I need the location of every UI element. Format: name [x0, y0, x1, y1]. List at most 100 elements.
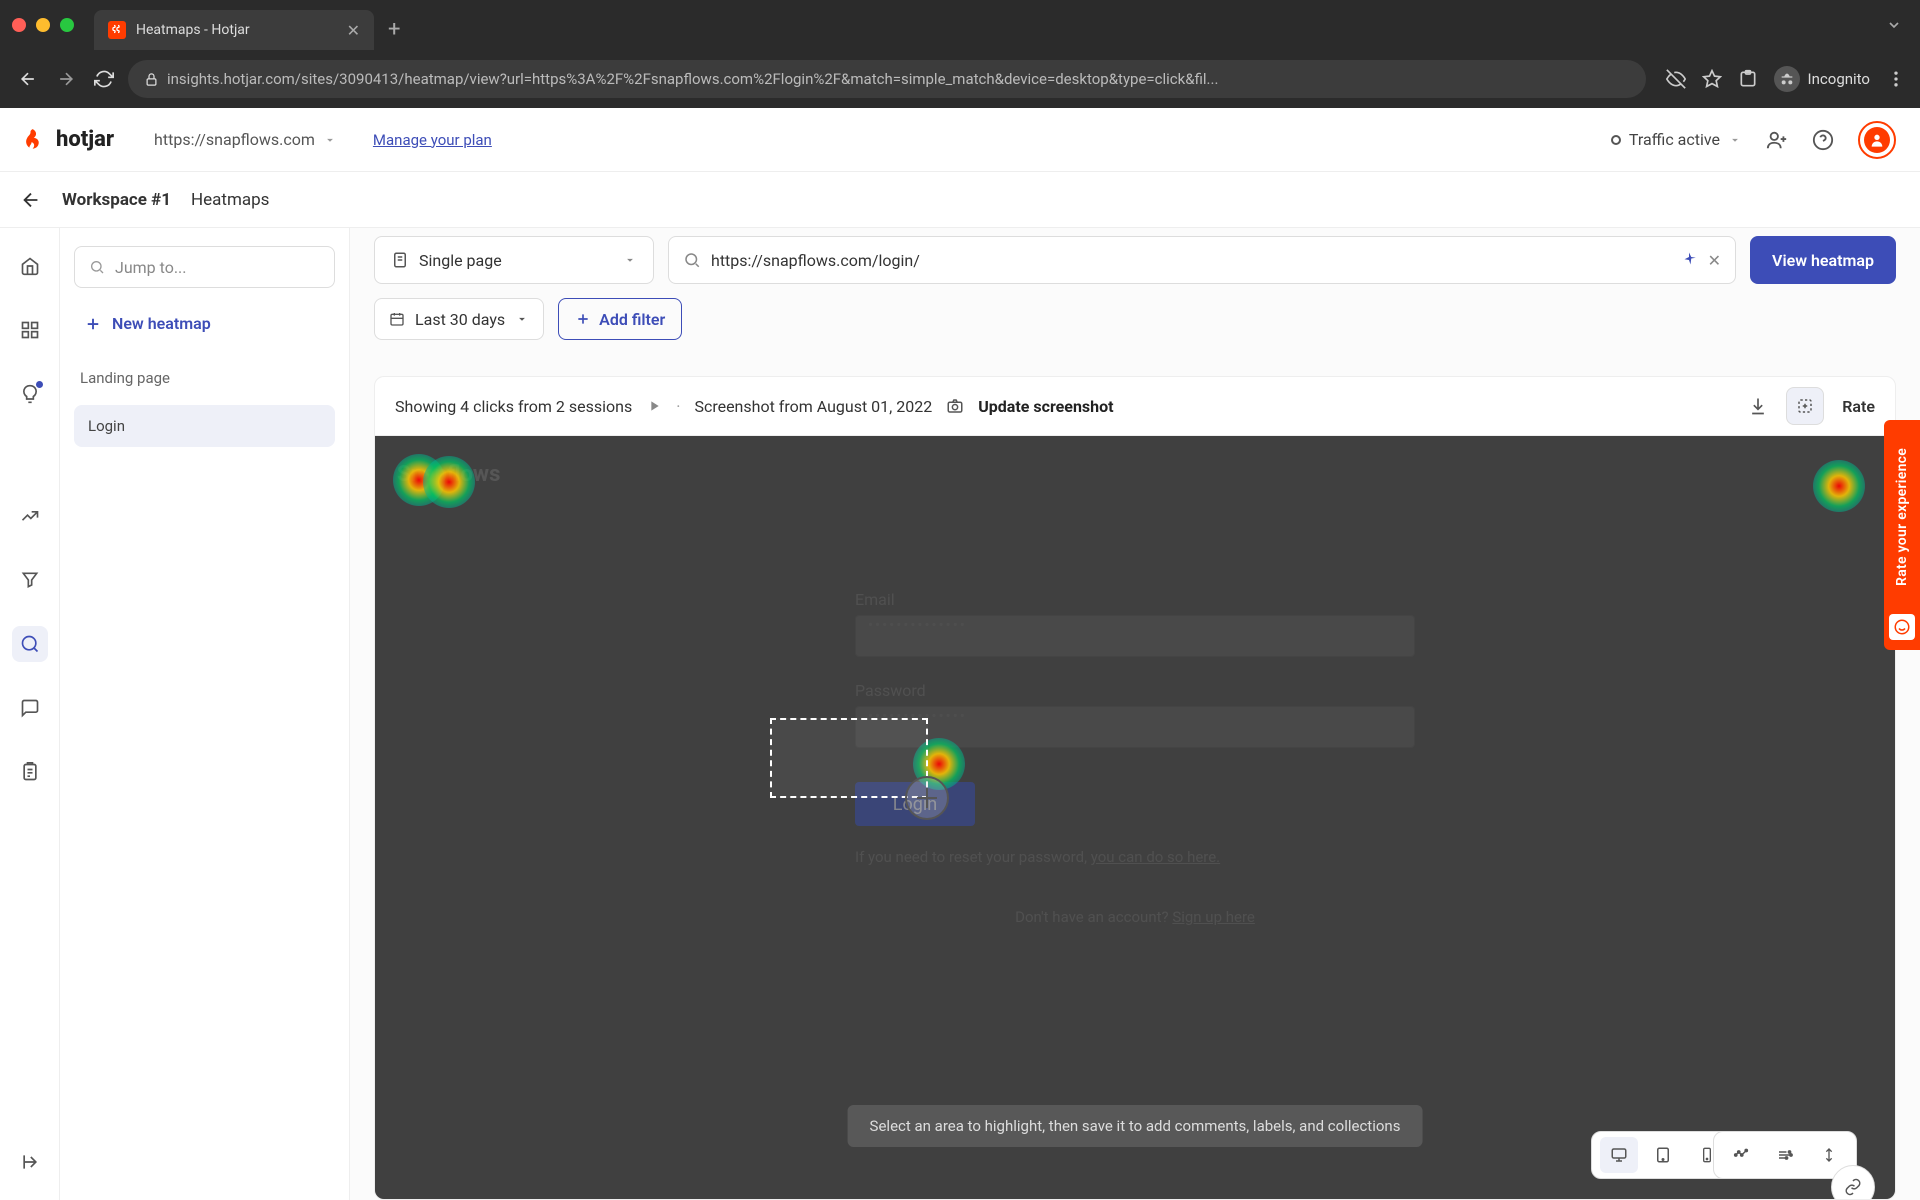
surveys-nav-icon[interactable]	[12, 754, 48, 790]
site-dropdown[interactable]: https://snapflows.com	[154, 130, 337, 149]
feedback-nav-icon[interactable]	[12, 690, 48, 726]
back-arrow-icon[interactable]	[20, 189, 42, 211]
heatmap-canvas[interactable]: Snapflows Email •••••••••••••• Password …	[374, 436, 1896, 1200]
add-filter-label: Add filter	[599, 310, 665, 329]
user-icon	[1864, 127, 1890, 153]
jump-to-input[interactable]: Jump to...	[74, 246, 335, 288]
date-range-label: Last 30 days	[415, 310, 505, 329]
home-icon[interactable]	[12, 248, 48, 284]
page-icon	[391, 251, 409, 269]
clear-icon[interactable]: ✕	[1708, 251, 1721, 270]
selection-rectangle[interactable]	[770, 718, 928, 798]
rate-button[interactable]: Rate	[1842, 397, 1875, 416]
new-heatmap-button[interactable]: New heatmap	[74, 306, 335, 341]
highlights-icon[interactable]	[12, 376, 48, 412]
hotjar-logo[interactable]: hotjar	[24, 127, 114, 153]
invite-user-icon[interactable]	[1766, 129, 1788, 151]
lock-icon	[144, 72, 159, 87]
browser-chrome: Heatmaps - Hotjar ✕ + insights.hotjar.co…	[0, 0, 1920, 108]
update-screenshot-link[interactable]: Update screenshot	[978, 397, 1113, 416]
screenshot-date: Screenshot from August 01, 2022	[694, 397, 932, 416]
tabs-dropdown-icon[interactable]	[1886, 17, 1902, 33]
sidebar-item-login[interactable]: Login	[74, 405, 335, 447]
info-bar: Showing 4 clicks from 2 sessions · Scree…	[374, 376, 1896, 436]
jump-to-placeholder: Jump to...	[115, 258, 187, 277]
incognito-badge[interactable]: Incognito	[1774, 66, 1870, 92]
browser-tab[interactable]: Heatmaps - Hotjar ✕	[94, 10, 374, 50]
desktop-device-icon[interactable]	[1600, 1137, 1638, 1173]
dashboard-icon[interactable]	[12, 312, 48, 348]
search-icon	[89, 259, 105, 275]
tab-favicon-icon	[108, 21, 126, 39]
sidebar-group-label: Landing page	[74, 369, 335, 387]
heat-blob	[423, 456, 475, 508]
site-url: https://snapflows.com	[154, 130, 315, 149]
chevron-down-icon	[623, 253, 637, 267]
heat-blob	[1813, 460, 1865, 512]
chevron-down-icon	[1728, 133, 1742, 147]
download-icon[interactable]	[1748, 396, 1768, 416]
reload-icon[interactable]	[90, 69, 118, 89]
user-avatar[interactable]	[1858, 121, 1896, 159]
move-view-icon[interactable]	[1766, 1137, 1804, 1173]
heatmaps-nav-icon[interactable]	[12, 626, 48, 662]
play-icon[interactable]	[646, 398, 662, 414]
traffic-dot-icon	[1611, 135, 1621, 145]
hint-text: Select an area to highlight, then save i…	[870, 1117, 1401, 1135]
new-tab-icon[interactable]: +	[388, 17, 400, 42]
tab-close-icon[interactable]: ✕	[347, 21, 360, 40]
expand-rail-icon[interactable]	[12, 1144, 48, 1180]
click-view-icon[interactable]	[1722, 1137, 1760, 1173]
date-range-dropdown[interactable]: Last 30 days	[374, 298, 544, 340]
page-type-label: Single page	[419, 251, 502, 270]
page-type-dropdown[interactable]: Single page	[374, 236, 654, 284]
funnels-icon[interactable]	[12, 562, 48, 598]
tablet-device-icon[interactable]	[1644, 1137, 1682, 1173]
url-input[interactable]	[711, 251, 1670, 270]
feedback-label: Rate your experience	[1894, 420, 1910, 614]
showing-text: Showing 4 clicks from 2 sessions	[395, 397, 632, 416]
addr-actions: Incognito	[1666, 66, 1906, 92]
star-icon[interactable]	[1702, 69, 1722, 89]
main-area: Single page ✕ View heatmap	[350, 228, 1920, 1200]
close-window-icon[interactable]	[12, 18, 26, 32]
forward-icon[interactable]	[52, 69, 80, 89]
add-filter-button[interactable]: Add filter	[558, 298, 682, 340]
url-box[interactable]: insights.hotjar.com/sites/3090413/heatma…	[128, 60, 1646, 98]
traffic-status-label: Traffic active	[1629, 130, 1720, 149]
pin-icon[interactable]	[1680, 251, 1698, 269]
trends-icon[interactable]	[12, 498, 48, 534]
manage-plan-link[interactable]: Manage your plan	[373, 131, 492, 149]
back-icon[interactable]	[14, 69, 42, 89]
help-icon[interactable]	[1812, 129, 1834, 151]
breadcrumb-workspace[interactable]: Workspace #1	[62, 190, 171, 210]
plus-icon	[575, 311, 591, 327]
breadcrumb-bar: Workspace #1 Heatmaps	[0, 172, 1920, 228]
camera-icon	[946, 397, 964, 415]
traffic-status[interactable]: Traffic active	[1611, 130, 1742, 149]
tab-title: Heatmaps - Hotjar	[136, 22, 337, 38]
app-topbar: hotjar https://snapflows.com Manage your…	[0, 108, 1920, 172]
smiley-icon	[1889, 614, 1915, 640]
crosshair-cursor-icon	[905, 776, 949, 820]
incognito-icon	[1774, 66, 1800, 92]
breadcrumb-page: Heatmaps	[191, 190, 269, 210]
eye-off-icon[interactable]	[1666, 69, 1686, 89]
minimize-window-icon[interactable]	[36, 18, 50, 32]
side-panel: Jump to... New heatmap Landing page Logi…	[60, 228, 350, 1200]
view-heatmap-button[interactable]: View heatmap	[1750, 236, 1896, 284]
new-heatmap-label: New heatmap	[112, 314, 211, 333]
separator: ·	[676, 397, 680, 416]
notification-dot-icon	[36, 381, 43, 388]
chevron-down-icon	[515, 312, 529, 326]
menu-icon[interactable]	[1886, 69, 1906, 89]
highlight-tool-button[interactable]	[1786, 387, 1824, 425]
sidebar-item-label: Login	[88, 417, 125, 435]
search-icon	[683, 251, 701, 269]
url-text: insights.hotjar.com/sites/3090413/heatma…	[167, 70, 1630, 88]
extension-icon[interactable]	[1738, 69, 1758, 89]
window-controls	[12, 18, 74, 32]
maximize-window-icon[interactable]	[60, 18, 74, 32]
left-rail	[0, 228, 60, 1200]
feedback-side-tab[interactable]: Rate your experience	[1884, 420, 1920, 650]
